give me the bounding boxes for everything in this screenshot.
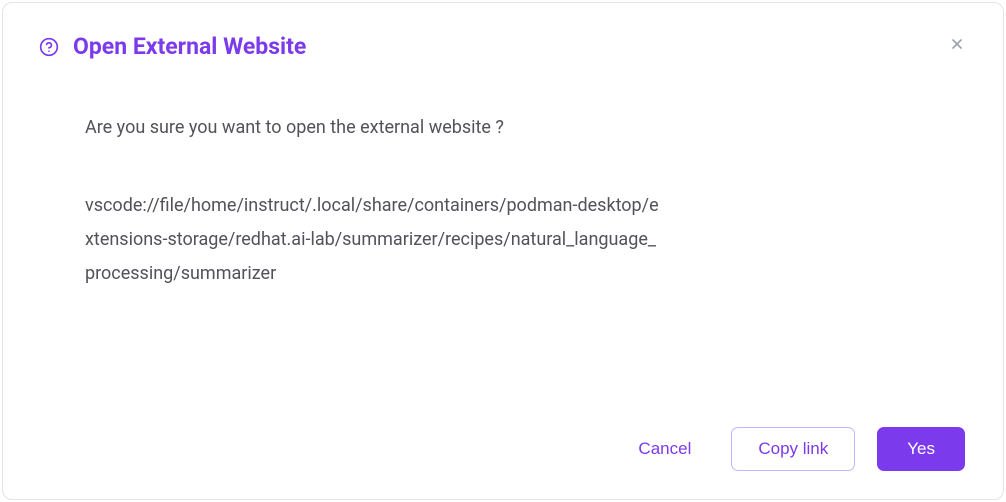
dialog-body: Are you sure you want to open the extern… <box>39 114 967 427</box>
close-icon <box>949 36 965 55</box>
question-circle-icon <box>39 37 59 57</box>
dialog-header: Open External Website <box>39 33 967 60</box>
copy-link-button[interactable]: Copy link <box>731 427 855 471</box>
yes-button[interactable]: Yes <box>877 427 965 471</box>
url-text: vscode://file/home/instruct/.local/share… <box>85 189 665 292</box>
prompt-text: Are you sure you want to open the extern… <box>85 114 921 141</box>
close-button[interactable] <box>947 35 967 55</box>
dialog-title: Open External Website <box>73 33 306 60</box>
external-website-dialog: Open External Website Are you sure you w… <box>2 2 1004 500</box>
dialog-footer: Cancel Copy link Yes <box>39 427 967 471</box>
cancel-button[interactable]: Cancel <box>620 427 709 471</box>
